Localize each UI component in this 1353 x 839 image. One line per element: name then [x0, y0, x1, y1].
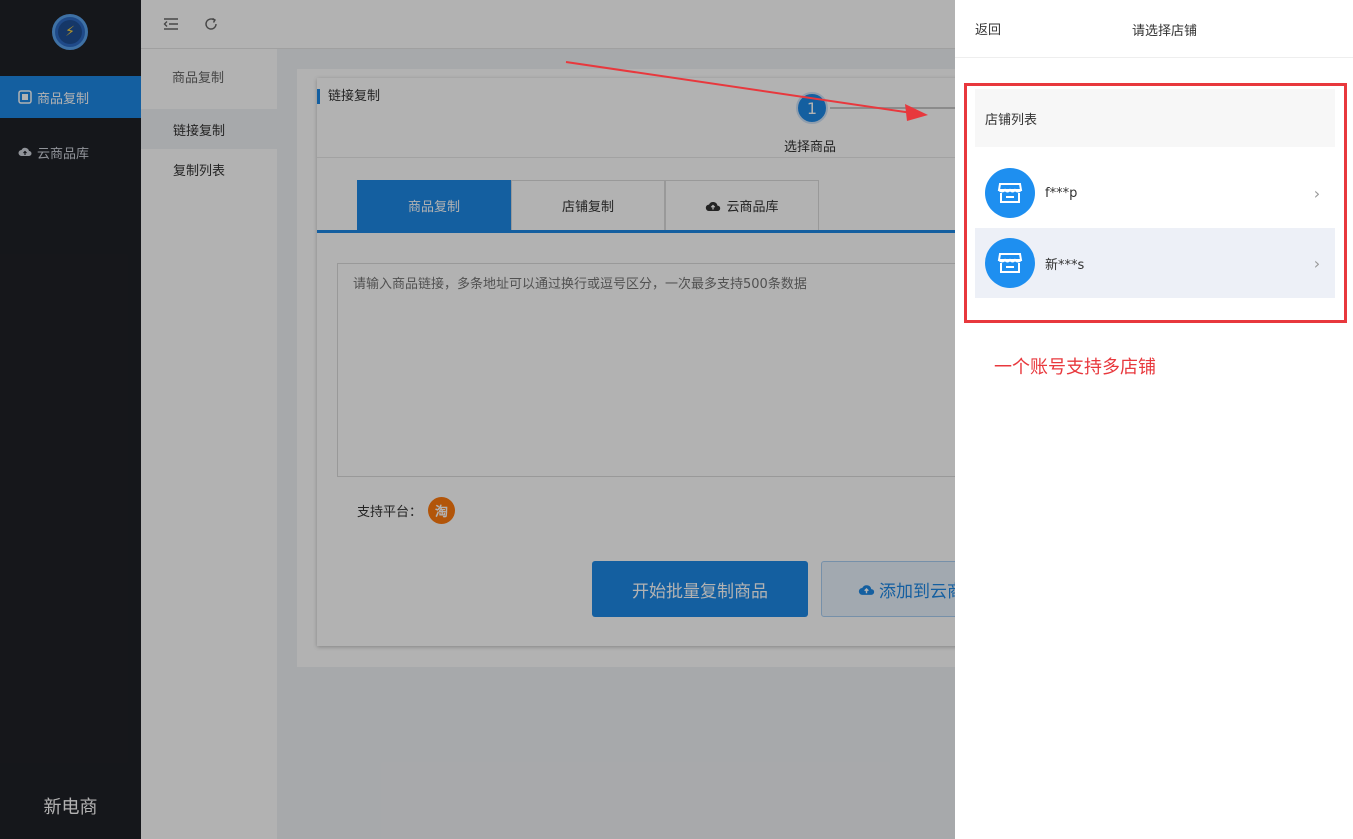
drawer-header: 返回 请选择店铺: [955, 0, 1353, 58]
annotation-highlight-box: [964, 83, 1347, 323]
store-select-drawer: 返回 请选择店铺 店铺列表 f***p › 新***s › 一个账号支持多店铺: [955, 0, 1353, 839]
modal-overlay[interactable]: [0, 0, 955, 839]
back-link[interactable]: 返回: [975, 19, 1001, 38]
annotation-note: 一个账号支持多店铺: [994, 357, 1156, 378]
drawer-title: 请选择店铺: [1132, 24, 1198, 39]
